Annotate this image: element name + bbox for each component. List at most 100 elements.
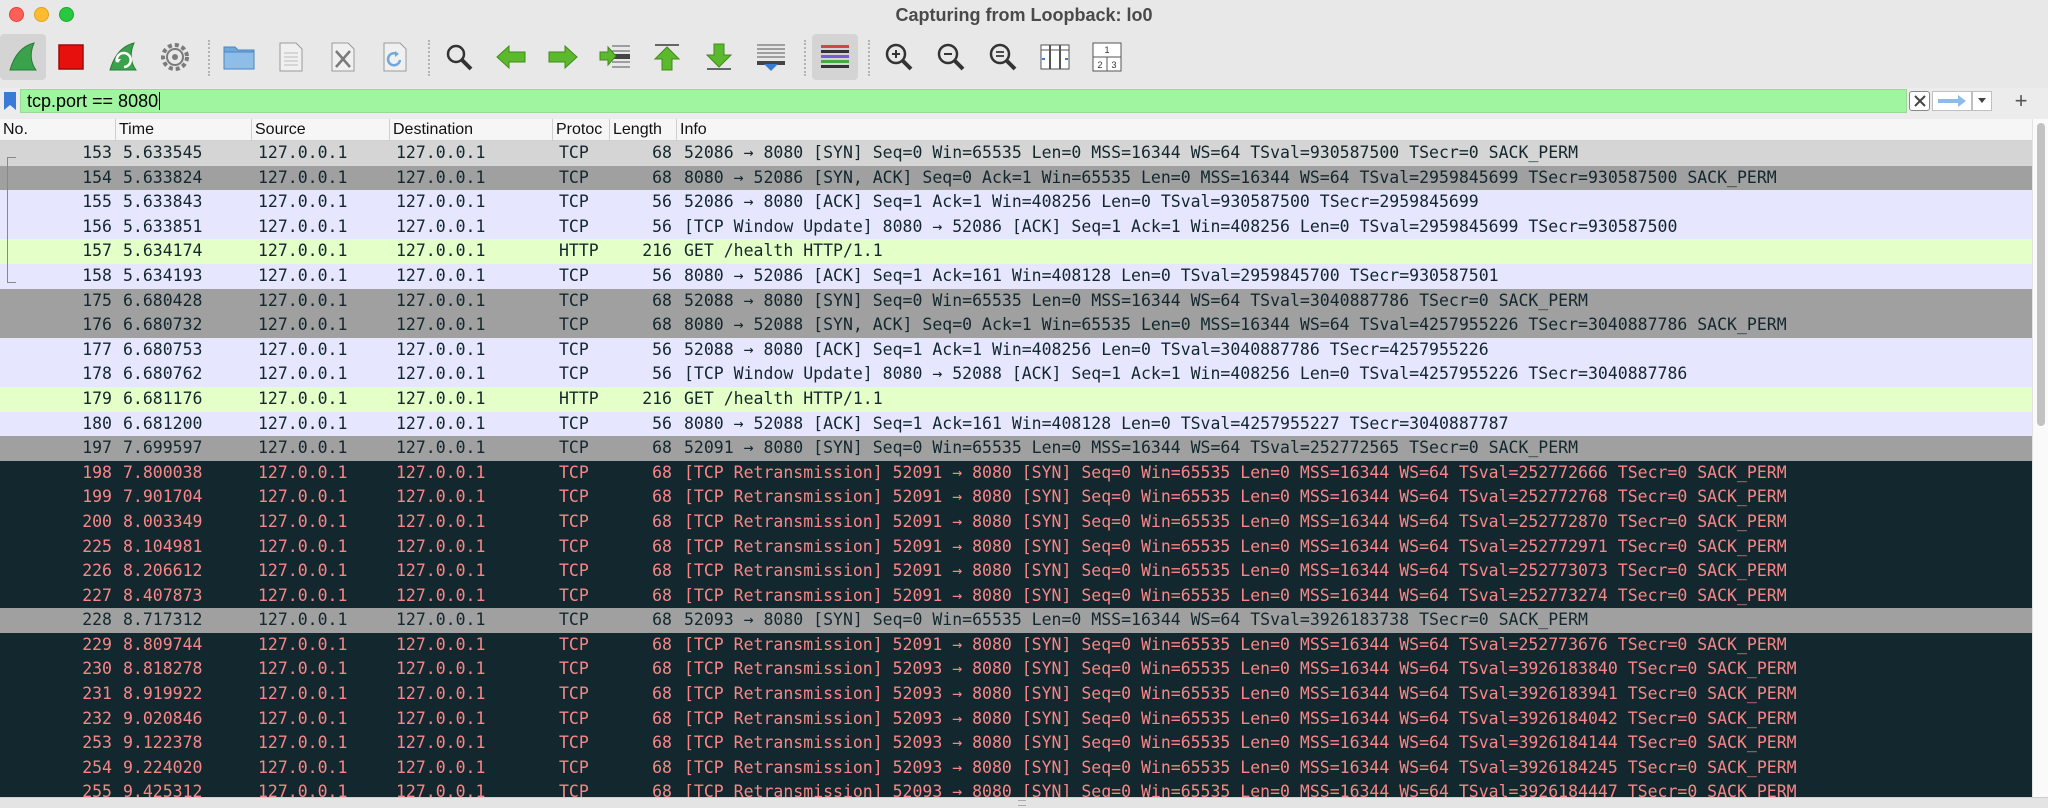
packet-time-cell: 8.717312: [123, 610, 203, 630]
packet-row[interactable]: 176 6.680732 127.0.0.1 127.0.0.1 TCP 68 8080 →…: [0, 313, 2032, 338]
restart-capture-button[interactable]: [100, 34, 146, 80]
go-last-packet-button[interactable]: [696, 34, 742, 80]
window-title: Capturing from Loopback: lo0: [895, 4, 1153, 25]
go-to-packet-button[interactable]: [592, 34, 638, 80]
minimize-window-button[interactable]: [34, 7, 49, 22]
packet-row[interactable]: 230 8.818278 127.0.0.1 127.0.0.1 TCP 68 [TCP R…: [0, 657, 2032, 683]
packet-row[interactable]: 254 9.224020 127.0.0.1 127.0.0.1 TCP 68 [TCP R…: [0, 755, 2032, 781]
zoom-in-button[interactable]: [876, 34, 922, 80]
bookmark-icon[interactable]: [2, 91, 18, 111]
packet-no-cell: 176: [82, 315, 112, 335]
jump-to-icon: [599, 45, 630, 68]
column-header-time[interactable]: Time: [116, 119, 252, 141]
maximize-window-button[interactable]: [59, 7, 74, 22]
packet-row[interactable]: 153 5.633545 127.0.0.1 127.0.0.1 TCP 68 52086 …: [0, 141, 2032, 166]
packet-row[interactable]: 228 8.717312 127.0.0.1 127.0.0.1 TCP 68 52093 …: [0, 608, 2032, 633]
packet-row[interactable]: 157 5.634174 127.0.0.1 127.0.0.1 HTTP 216 GET …: [0, 239, 2032, 264]
packet-row[interactable]: 156 5.633851 127.0.0.1 127.0.0.1 TCP 56 [TCP W…: [0, 214, 2032, 240]
packet-info-cell: 52086 → 8080 [SYN] Seq=0 Win=65535 Len=0…: [684, 143, 1579, 162]
open-file-button[interactable]: [216, 34, 262, 80]
display-filter-text: tcp.port == 8080: [27, 91, 159, 111]
packet-row[interactable]: 255 9.425312 127.0.0.1 127.0.0.1 TCP 68 [TCP R…: [0, 780, 2032, 797]
packet-no-cell: 197: [82, 438, 112, 458]
go-first-packet-button[interactable]: [644, 34, 690, 80]
packet-src-cell: 127.0.0.1: [258, 684, 348, 704]
layout-panes-icon: 1 2 3: [1092, 42, 1122, 72]
capture-options-button[interactable]: [152, 34, 198, 80]
go-back-button[interactable]: [488, 34, 534, 80]
packet-row[interactable]: 227 8.407873 127.0.0.1 127.0.0.1 TCP 68 [TCP R…: [0, 583, 2032, 609]
packet-row[interactable]: 232 9.020846 127.0.0.1 127.0.0.1 TCP 68 [TCP R…: [0, 706, 2032, 732]
column-header-info[interactable]: Info: [677, 119, 2032, 141]
close-window-button[interactable]: [9, 7, 24, 22]
packet-row[interactable]: 198 7.800038 127.0.0.1 127.0.0.1 TCP 68 [TCP R…: [0, 460, 2032, 486]
packet-row[interactable]: 231 8.919922 127.0.0.1 127.0.0.1 TCP 68 [TCP R…: [0, 682, 2032, 707]
save-file-button[interactable]: [268, 34, 314, 80]
packet-dst-cell: 127.0.0.1: [396, 462, 486, 482]
layout-preferences-button[interactable]: 1 2 3: [1084, 34, 1130, 80]
column-header-source[interactable]: Source: [252, 119, 390, 141]
packet-dst-cell: 127.0.0.1: [396, 413, 486, 433]
clear-icon: [1913, 95, 1926, 107]
packet-info-cell: [TCP Retransmission] 52093 → 8080 [SYN] …: [684, 782, 1797, 797]
scrollbar-thumb[interactable]: [2037, 123, 2045, 426]
packet-row[interactable]: 200 8.003349 127.0.0.1 127.0.0.1 TCP 68 [TCP R…: [0, 509, 2032, 535]
autoscroll-button[interactable]: [748, 34, 794, 80]
packet-info-cell: 52088 → 8080 [SYN] Seq=0 Win=65535 Len=0…: [684, 290, 1588, 310]
packet-dst-cell: 127.0.0.1: [396, 684, 486, 704]
apply-filter-button[interactable]: [1932, 91, 1972, 111]
packet-time-cell: 7.901704: [123, 487, 203, 507]
packet-dst-cell: 127.0.0.1: [396, 487, 486, 507]
column-header-destination[interactable]: Destination: [390, 119, 553, 141]
filter-history-dropdown[interactable]: [1972, 91, 1992, 111]
packet-row[interactable]: 229 8.809744 127.0.0.1 127.0.0.1 TCP 68 [TCP R…: [0, 632, 2032, 658]
packet-time-cell: 5.634174: [123, 241, 203, 261]
packet-row[interactable]: 155 5.633843 127.0.0.1 127.0.0.1 TCP 56 52086 …: [0, 190, 2032, 215]
zoom-out-button[interactable]: [928, 34, 974, 80]
packet-proto-cell: TCP: [559, 290, 589, 310]
add-filter-button[interactable]: +: [2006, 89, 2036, 113]
packet-time-cell: 6.680762: [123, 364, 203, 384]
packet-row[interactable]: 226 8.206612 127.0.0.1 127.0.0.1 TCP 68 [TCP R…: [0, 559, 2032, 584]
packet-src-cell: 127.0.0.1: [258, 241, 348, 261]
packet-row[interactable]: 158 5.634193 127.0.0.1 127.0.0.1 TCP 56 8080 →…: [0, 263, 2032, 289]
packet-no-cell: 232: [82, 708, 112, 728]
display-filter-input[interactable]: tcp.port == 8080: [20, 89, 1907, 113]
resize-columns-button[interactable]: [1032, 34, 1078, 80]
packet-row[interactable]: 179 6.681176 127.0.0.1 127.0.0.1 HTTP 216 GET …: [0, 386, 2032, 412]
packet-time-cell: 9.122378: [123, 733, 203, 753]
packet-len-cell: 68: [652, 167, 672, 187]
packet-time-cell: 6.681200: [123, 413, 203, 433]
reload-file-button[interactable]: [372, 34, 418, 80]
packet-row[interactable]: 199 7.901704 127.0.0.1 127.0.0.1 TCP 68 [TCP R…: [0, 485, 2032, 510]
packet-row[interactable]: 225 8.104981 127.0.0.1 127.0.0.1 TCP 68 [TCP R…: [0, 534, 2032, 560]
pane-splitter[interactable]: [0, 797, 2048, 808]
packet-row[interactable]: 177 6.680753 127.0.0.1 127.0.0.1 TCP 56 52088 …: [0, 337, 2032, 363]
go-forward-button[interactable]: [540, 34, 586, 80]
find-packet-button[interactable]: [436, 34, 482, 80]
packet-proto-cell: TCP: [559, 782, 589, 797]
packet-proto-cell: TCP: [559, 684, 589, 704]
column-header-no[interactable]: No.: [0, 119, 116, 141]
packet-row[interactable]: 178 6.680762 127.0.0.1 127.0.0.1 TCP 56 [TCP W…: [0, 362, 2032, 387]
packet-row[interactable]: 180 6.681200 127.0.0.1 127.0.0.1 TCP 56 8080 →…: [0, 411, 2032, 437]
packet-row[interactable]: 175 6.680428 127.0.0.1 127.0.0.1 TCP 68 52088 …: [0, 288, 2032, 314]
packet-time-cell: 6.680753: [123, 339, 203, 359]
close-file-button[interactable]: [320, 34, 366, 80]
packet-row[interactable]: 154 5.633824 127.0.0.1 127.0.0.1 TCP 68 8080 →…: [0, 165, 2032, 191]
layout-pane-1-label: 1: [1104, 45, 1109, 55]
colorize-button[interactable]: [812, 34, 858, 80]
column-header-protocol[interactable]: Protoc: [553, 119, 610, 141]
packet-list[interactable]: 153 5.633545 127.0.0.1 127.0.0.1 TCP 68 52086 …: [0, 141, 2032, 797]
start-capture-button[interactable]: [0, 34, 46, 80]
packet-dst-cell: 127.0.0.1: [396, 388, 486, 408]
clear-filter-button[interactable]: [1909, 91, 1930, 111]
packet-time-cell: 7.800038: [123, 462, 203, 482]
packet-row[interactable]: 197 7.699597 127.0.0.1 127.0.0.1 TCP 68 52091 …: [0, 436, 2032, 461]
normal-size-button[interactable]: [980, 34, 1026, 80]
stop-capture-button[interactable]: [48, 34, 94, 80]
packet-row[interactable]: 253 9.122378 127.0.0.1 127.0.0.1 TCP 68 [TCP R…: [0, 731, 2032, 756]
column-header-length[interactable]: Length: [610, 119, 677, 141]
window-controls: [9, 7, 74, 22]
packet-list-scrollbar[interactable]: [2032, 119, 2048, 797]
